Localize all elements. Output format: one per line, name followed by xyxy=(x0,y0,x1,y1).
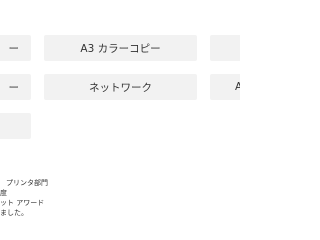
category-button-row2-right[interactable]: A xyxy=(210,74,240,100)
category-button-row1-right[interactable] xyxy=(210,35,240,61)
category-label: A xyxy=(235,81,240,93)
category-button-row1-left[interactable]: ー xyxy=(0,35,31,61)
category-button-network[interactable]: ネットワーク xyxy=(44,74,197,100)
award-line-1: プリンタ部門 xyxy=(6,179,48,187)
category-label: ー xyxy=(8,42,20,55)
award-description: プリンタ部門 度 ット アワード ました。 xyxy=(0,178,90,218)
category-label: ネットワーク xyxy=(89,81,152,94)
award-line-3: ット アワード xyxy=(0,199,45,207)
category-label: A3 カラーコピー xyxy=(80,42,161,55)
category-label: ー xyxy=(8,81,20,94)
award-line-4: ました。 xyxy=(0,209,28,217)
category-button-row2-left[interactable]: ー xyxy=(0,74,31,100)
award-line-2: 度 xyxy=(0,189,7,197)
product-category-page: ー A3 カラーコピー ー ネットワーク A プリンタ部門 度 ット アワード … xyxy=(0,0,240,240)
category-button-row3-left[interactable] xyxy=(0,113,31,139)
category-button-a3-color-copy[interactable]: A3 カラーコピー xyxy=(44,35,197,61)
